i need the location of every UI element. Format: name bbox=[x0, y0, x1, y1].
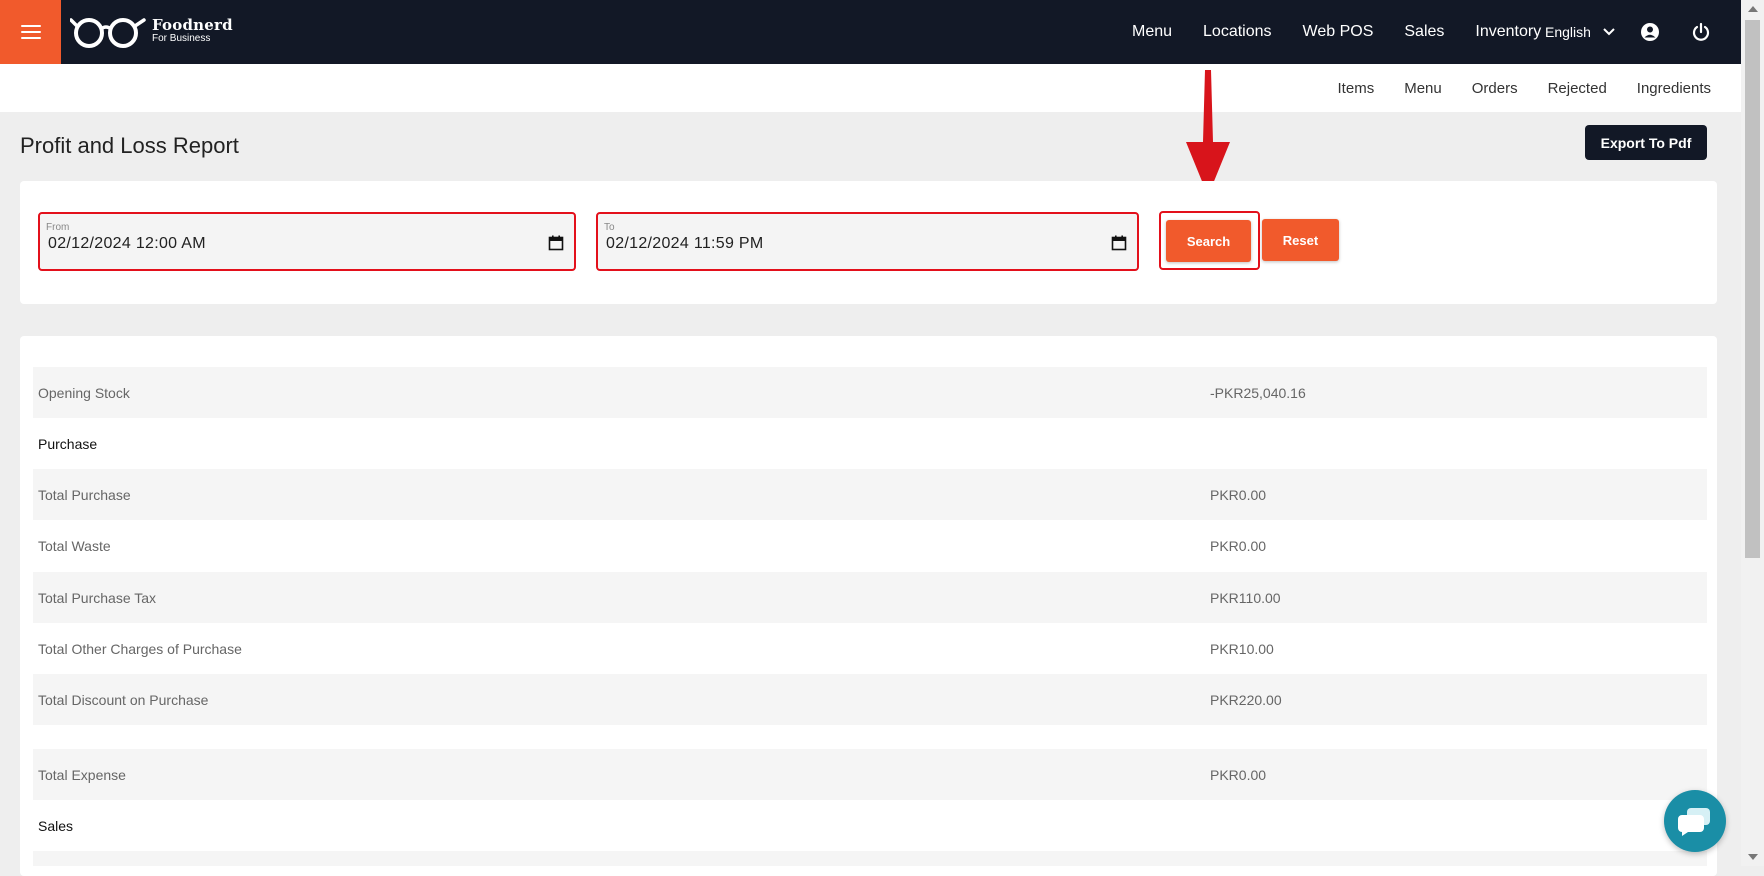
nav-web-pos[interactable]: Web POS bbox=[1303, 23, 1374, 41]
language-select[interactable]: English bbox=[1545, 0, 1615, 64]
subnav-items[interactable]: Items bbox=[1338, 80, 1375, 97]
nav-inventory[interactable]: Inventory bbox=[1475, 23, 1541, 41]
nav-menu[interactable]: Menu bbox=[1132, 23, 1172, 41]
table-row: Opening Stock -PKR25,040.16 bbox=[33, 367, 1707, 418]
to-label: To bbox=[604, 222, 615, 233]
row-label: Total Discount on Purchase bbox=[38, 691, 209, 708]
row-label: Total Waste bbox=[38, 537, 111, 554]
power-icon[interactable] bbox=[1691, 22, 1711, 42]
subnav-orders[interactable]: Orders bbox=[1472, 80, 1518, 97]
from-date-field[interactable]: From 02/12/2024 12:00 AM bbox=[38, 212, 576, 271]
to-date-field[interactable]: To 02/12/2024 11:59 PM bbox=[596, 212, 1139, 271]
section-heading-sales: Sales bbox=[33, 800, 1707, 851]
subnav-ingredients[interactable]: Ingredients bbox=[1637, 80, 1711, 97]
brand-logo[interactable]: Foodnerd For Business bbox=[70, 14, 233, 48]
brand-subtitle: For Business bbox=[152, 33, 211, 44]
nav-locations[interactable]: Locations bbox=[1203, 23, 1272, 41]
to-date-value[interactable]: 02/12/2024 11:59 PM bbox=[606, 235, 764, 253]
chat-button[interactable] bbox=[1664, 790, 1726, 852]
scrollbar-thumb[interactable] bbox=[1745, 20, 1760, 558]
calendar-icon[interactable] bbox=[1111, 235, 1127, 251]
export-pdf-button[interactable]: Export To Pdf bbox=[1585, 125, 1707, 160]
row-value: PKR10.00 bbox=[1210, 640, 1274, 657]
row-label: Total Other Charges of Purchase bbox=[38, 640, 242, 657]
calendar-icon[interactable] bbox=[548, 235, 564, 251]
scroll-up-icon[interactable] bbox=[1748, 6, 1758, 12]
scroll-down-icon[interactable] bbox=[1748, 854, 1758, 860]
from-date-value[interactable]: 02/12/2024 12:00 AM bbox=[48, 235, 206, 253]
row-value: PKR0.00 bbox=[1210, 537, 1267, 554]
subnav-rejected[interactable]: Rejected bbox=[1548, 80, 1607, 97]
row-label: Opening Stock bbox=[38, 384, 130, 401]
table-row: Total Purchase Tax PKR110.00 bbox=[33, 572, 1707, 623]
section-heading-purchase: Purchase bbox=[33, 418, 1707, 469]
table-row: Total Discount on Purchase PKR220.00 bbox=[33, 674, 1707, 725]
reset-button[interactable]: Reset bbox=[1262, 219, 1339, 261]
table-row: Total Other Charges of Purchase PKR10.00 bbox=[33, 623, 1707, 674]
table-row: Total Expense PKR0.00 bbox=[33, 749, 1707, 800]
row-value: PKR0.00 bbox=[1210, 486, 1267, 503]
search-button[interactable]: Search bbox=[1166, 220, 1251, 262]
menu-toggle-button[interactable] bbox=[0, 0, 61, 64]
language-label: English bbox=[1545, 24, 1591, 40]
glasses-icon bbox=[70, 18, 146, 48]
row-value: PKR0.00 bbox=[1210, 766, 1267, 783]
nav-sales[interactable]: Sales bbox=[1404, 23, 1444, 41]
table-row: Total Purchase PKR0.00 bbox=[33, 469, 1707, 520]
row-value: -PKR25,040.16 bbox=[1210, 384, 1306, 401]
row-value: PKR220.00 bbox=[1210, 691, 1282, 708]
chat-icon bbox=[1678, 808, 1710, 836]
annotation-arrow-icon bbox=[1186, 70, 1230, 196]
table-row bbox=[33, 851, 1707, 866]
account-icon[interactable] bbox=[1640, 22, 1660, 42]
inventory-subnav: Items Menu Orders Rejected Ingredients bbox=[0, 64, 1741, 112]
chevron-down-icon bbox=[1603, 28, 1615, 36]
brand-name: Foodnerd bbox=[152, 16, 233, 34]
row-label: Total Purchase Tax bbox=[38, 589, 157, 606]
main-nav: Menu Locations Web POS Sales Inventory bbox=[1132, 0, 1572, 64]
row-label: Sales bbox=[38, 817, 74, 834]
row-label: Total Purchase bbox=[38, 486, 131, 503]
subnav-menu[interactable]: Menu bbox=[1404, 80, 1442, 97]
row-label: Purchase bbox=[38, 435, 98, 452]
top-navbar: Foodnerd For Business Menu Locations Web… bbox=[0, 0, 1741, 64]
menu-icon bbox=[20, 25, 41, 39]
page-title: Profit and Loss Report bbox=[20, 133, 239, 158]
row-label: Total Expense bbox=[38, 766, 126, 783]
from-label: From bbox=[46, 222, 70, 233]
table-row: Total Waste PKR0.00 bbox=[33, 520, 1707, 571]
page-scrollbar[interactable] bbox=[1741, 0, 1764, 866]
row-value: PKR110.00 bbox=[1210, 589, 1281, 606]
